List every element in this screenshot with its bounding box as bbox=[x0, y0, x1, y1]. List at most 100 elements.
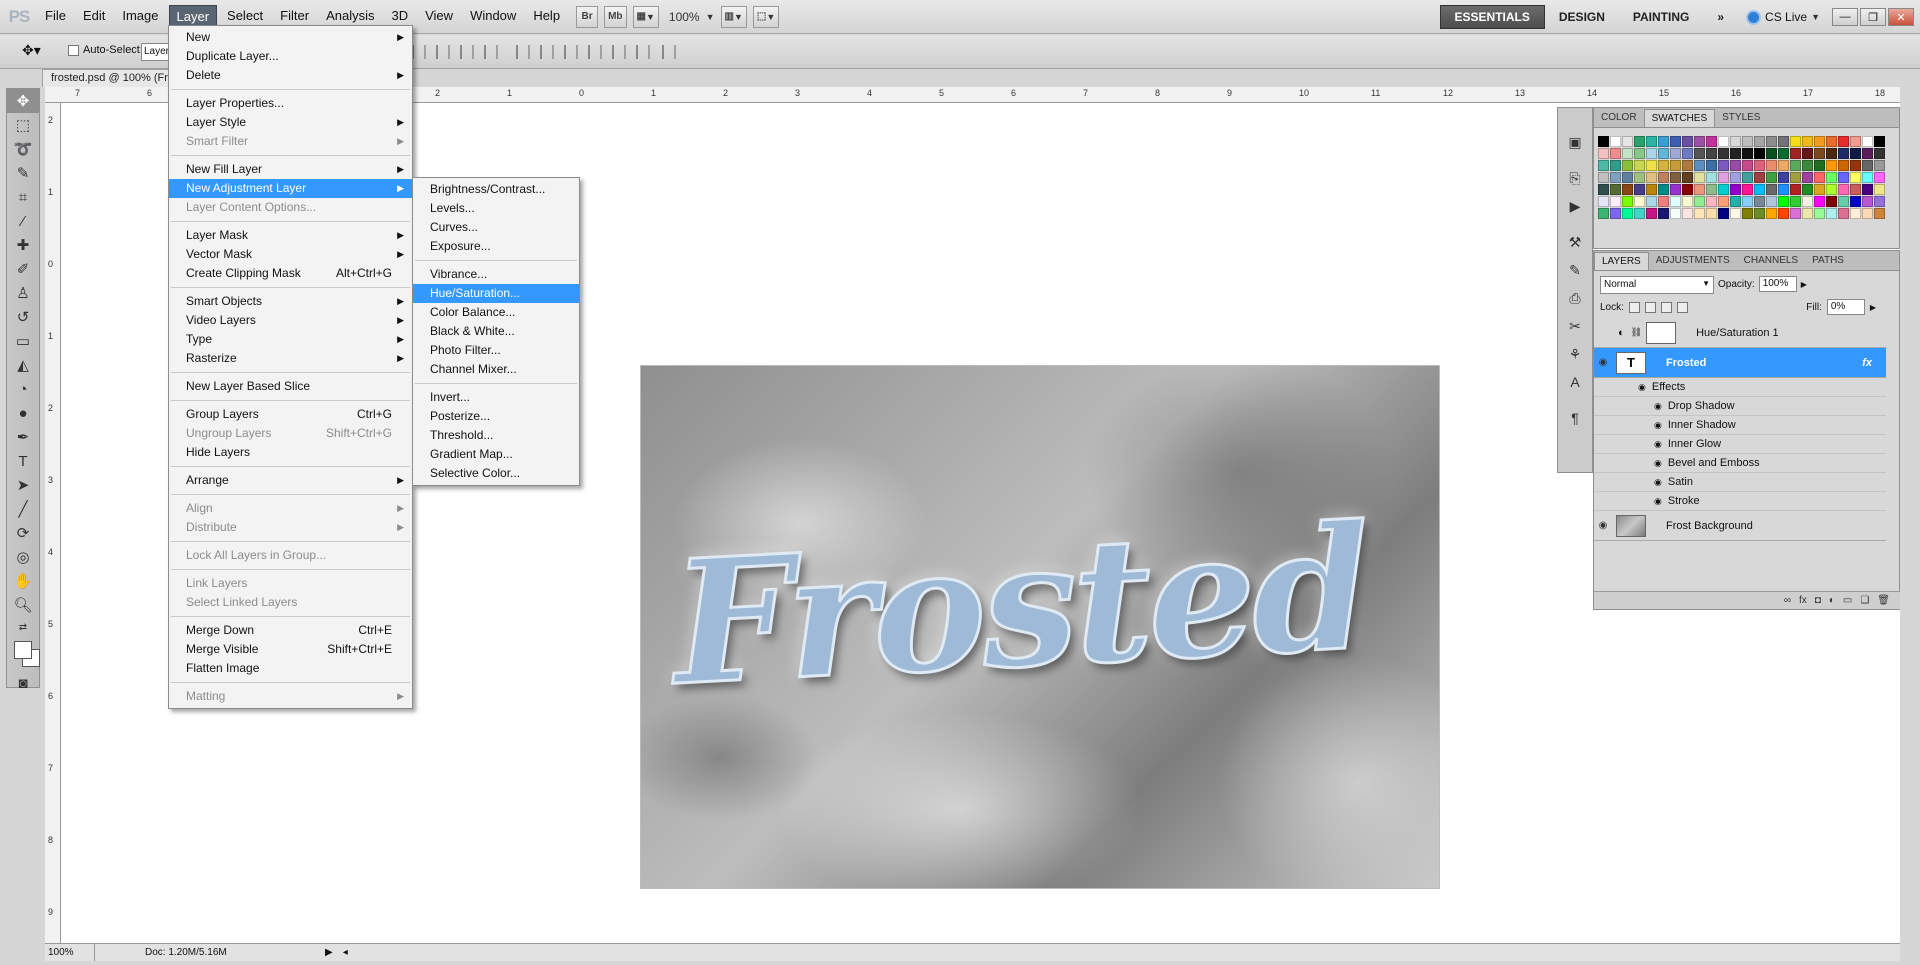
color-swatch[interactable] bbox=[1718, 172, 1729, 183]
color-swatch[interactable] bbox=[1658, 172, 1669, 183]
color-swatch[interactable] bbox=[1826, 160, 1837, 171]
color-swatch[interactable] bbox=[1874, 196, 1885, 207]
tool-presets-icon[interactable]: ⚒ bbox=[1558, 228, 1592, 256]
auto-select-type[interactable]: Layer bbox=[141, 43, 171, 61]
color-swatch[interactable] bbox=[1682, 184, 1693, 195]
color-swatch[interactable] bbox=[1634, 208, 1645, 219]
color-swatch[interactable] bbox=[1706, 196, 1717, 207]
color-swatch[interactable] bbox=[1754, 148, 1765, 159]
color-swatch[interactable] bbox=[1838, 196, 1849, 207]
color-swatch[interactable] bbox=[1790, 160, 1801, 171]
color-swatch[interactable] bbox=[1874, 136, 1885, 147]
color-swatch[interactable] bbox=[1622, 172, 1633, 183]
color-swatch[interactable] bbox=[1742, 148, 1753, 159]
menu-item-type[interactable]: Type ▶ bbox=[169, 330, 412, 349]
menu-item-color-balance[interactable]: Color Balance... bbox=[413, 303, 579, 322]
menu-item-posterize[interactable]: Posterize... bbox=[413, 407, 579, 426]
color-swatch[interactable] bbox=[1610, 208, 1621, 219]
color-swatch[interactable] bbox=[1874, 160, 1885, 171]
color-swatch[interactable] bbox=[1850, 184, 1861, 195]
distribute-icon[interactable] bbox=[564, 45, 578, 59]
color-swatch[interactable] bbox=[1598, 184, 1609, 195]
color-swatch[interactable] bbox=[1766, 136, 1777, 147]
color-swatch[interactable] bbox=[1610, 136, 1621, 147]
align-icon[interactable] bbox=[412, 45, 426, 59]
layer-effect-row[interactable]: ◉ Satin bbox=[1594, 473, 1886, 492]
color-swatch[interactable] bbox=[1718, 148, 1729, 159]
workspace-design[interactable]: DESIGN bbox=[1545, 5, 1619, 29]
color-swatch[interactable] bbox=[1742, 136, 1753, 147]
document-artwork[interactable]: Frosted bbox=[640, 365, 1440, 889]
layer-style-icon[interactable]: fx bbox=[1799, 595, 1807, 606]
menu-edit[interactable]: Edit bbox=[76, 5, 112, 28]
tab-swatches[interactable]: SWATCHES bbox=[1643, 109, 1716, 127]
character-panel-icon[interactable]: A bbox=[1558, 368, 1592, 396]
path-select-tool-icon[interactable]: ➤ bbox=[7, 473, 39, 497]
color-swatch[interactable] bbox=[1766, 208, 1777, 219]
color-swatch[interactable] bbox=[1694, 196, 1705, 207]
tab-layers[interactable]: LAYERS bbox=[1594, 252, 1649, 270]
zoom-tool-icon[interactable]: 🔍︎ bbox=[7, 593, 39, 617]
distribute-icon[interactable] bbox=[516, 45, 530, 59]
align-icon[interactable] bbox=[484, 45, 498, 59]
layer-fx-badge[interactable]: fx bbox=[1862, 357, 1872, 369]
lock-image-icon[interactable] bbox=[1644, 301, 1656, 313]
auto-select-toggle[interactable]: Auto-Select: bbox=[68, 44, 143, 56]
layer-row-frosted[interactable]: ◉ T Frosted fx bbox=[1594, 348, 1886, 378]
layer-effect-row[interactable]: ◉ Bevel and Emboss bbox=[1594, 454, 1886, 473]
color-swatch[interactable] bbox=[1646, 148, 1657, 159]
clone-source-icon[interactable]: ⎙ bbox=[1558, 284, 1592, 312]
delete-layer-icon[interactable]: 🗑︎ bbox=[1877, 595, 1890, 606]
pen-tool-icon[interactable]: ✒ bbox=[7, 425, 39, 449]
color-swatch[interactable] bbox=[1694, 160, 1705, 171]
color-swatch[interactable] bbox=[1622, 148, 1633, 159]
color-swatch[interactable] bbox=[1646, 160, 1657, 171]
menu-item-new-layer-based-slice[interactable]: New Layer Based Slice bbox=[169, 377, 412, 396]
document-tab[interactable]: frosted.psd @ 100% (Frosted, RGB/8) bbox=[42, 69, 172, 87]
menu-item-merge-visible[interactable]: Merge Visible Shift+Ctrl+E bbox=[169, 640, 412, 659]
distribute-icon[interactable] bbox=[540, 45, 554, 59]
menu-item-group-layers[interactable]: Group Layers Ctrl+G bbox=[169, 405, 412, 424]
color-swatch[interactable] bbox=[1730, 184, 1741, 195]
color-swatch[interactable] bbox=[1826, 136, 1837, 147]
color-swatch[interactable] bbox=[1730, 172, 1741, 183]
new-adjustment-icon[interactable]: ◐ bbox=[1829, 595, 1835, 606]
tab-adjustments[interactable]: ADJUSTMENTS bbox=[1649, 252, 1737, 270]
effect-visibility-icon[interactable]: ◉ bbox=[1638, 382, 1646, 393]
history-brush-tool-icon[interactable]: ↺ bbox=[7, 305, 39, 329]
menu-image[interactable]: Image bbox=[115, 5, 165, 28]
color-swatch[interactable] bbox=[1730, 136, 1741, 147]
layer-effect-row[interactable]: ◉ Drop Shadow bbox=[1594, 397, 1886, 416]
color-swatch[interactable] bbox=[1706, 160, 1717, 171]
layer-row-hue-saturation-1[interactable]: ◐ ⛓ Hue/Saturation 1 bbox=[1594, 318, 1886, 348]
color-swatch[interactable] bbox=[1874, 148, 1885, 159]
restore-icon[interactable]: ❐ bbox=[1860, 8, 1886, 26]
color-swatch[interactable] bbox=[1802, 208, 1813, 219]
color-swatch[interactable] bbox=[1862, 160, 1873, 171]
menu-item-black-white[interactable]: Black & White... bbox=[413, 322, 579, 341]
color-swatch[interactable] bbox=[1814, 196, 1825, 207]
distribute-icon[interactable] bbox=[588, 45, 602, 59]
cs-live-button[interactable]: CS Live ▼ bbox=[1746, 9, 1820, 25]
color-swatch[interactable] bbox=[1658, 196, 1669, 207]
color-swatch[interactable] bbox=[1598, 148, 1609, 159]
color-swatch[interactable] bbox=[1754, 208, 1765, 219]
color-swatch[interactable] bbox=[1670, 136, 1681, 147]
color-swatch[interactable] bbox=[1802, 160, 1813, 171]
color-swatch[interactable] bbox=[1682, 136, 1693, 147]
eraser-tool-icon[interactable]: ▭ bbox=[7, 329, 39, 353]
color-swatch[interactable] bbox=[1682, 208, 1693, 219]
color-swatch[interactable] bbox=[1742, 196, 1753, 207]
shape-tool-icon[interactable]: ╱ bbox=[7, 497, 39, 521]
menu-item-smart-objects[interactable]: Smart Objects ▶ bbox=[169, 292, 412, 311]
menu-item-delete[interactable]: Delete ▶ bbox=[169, 66, 412, 85]
blend-mode-select[interactable]: Normal ▼ bbox=[1600, 276, 1714, 294]
color-swatch[interactable] bbox=[1598, 172, 1609, 183]
brush-tool-icon[interactable]: ✐ bbox=[7, 257, 39, 281]
color-swatch[interactable] bbox=[1646, 172, 1657, 183]
color-swatch[interactable] bbox=[1838, 172, 1849, 183]
color-swatch[interactable] bbox=[1706, 172, 1717, 183]
tab-channels[interactable]: CHANNELS bbox=[1737, 252, 1805, 270]
color-swatch[interactable] bbox=[1718, 160, 1729, 171]
color-swatch[interactable] bbox=[1658, 160, 1669, 171]
